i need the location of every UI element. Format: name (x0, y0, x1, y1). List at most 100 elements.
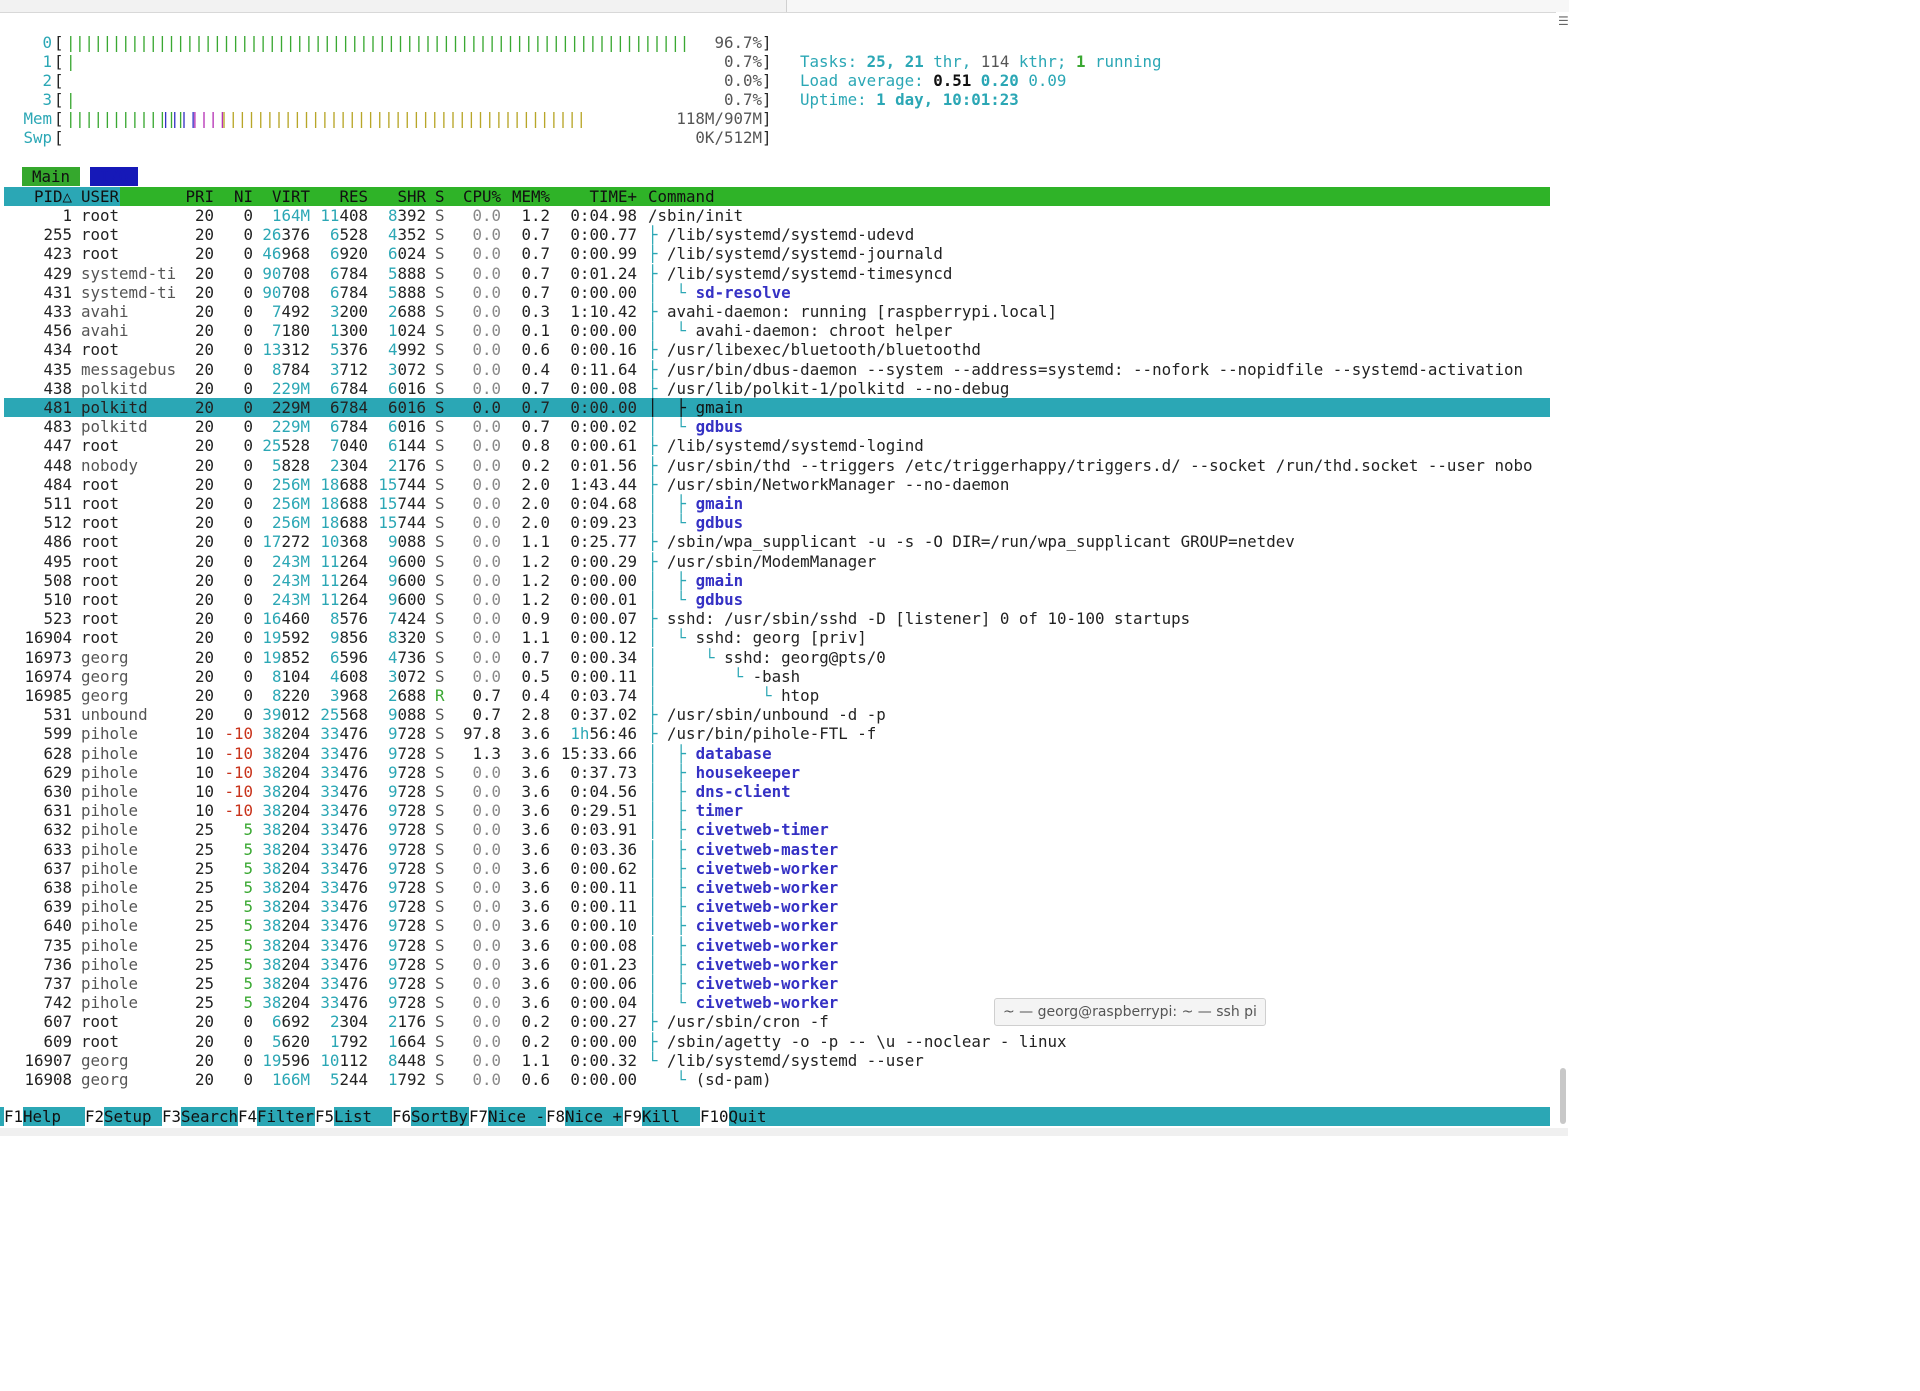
process-row[interactable]: 630 pihole 10 -10 38204 33476 9728 S 0.0 3.6 0:04.… (0, 782, 1550, 801)
process-row[interactable]: 481 polkitd 20 0 229M 6784 6016 S 0.0 0.7 0:00.00 │… (0, 398, 1550, 417)
function-key-label-search[interactable]: Search (181, 1107, 238, 1126)
process-row[interactable]: 448 nobody 20 0 5828 2304 2176 S 0.0 0.2 0:01.56 ├ … (0, 456, 1550, 475)
process-row[interactable]: 631 pihole 10 -10 38204 33476 9728 S 0.0 3.6 0:29.… (0, 801, 1550, 820)
tree-branch-glyph: │ ├ (648, 801, 696, 821)
process-row[interactable]: 607 root 20 0 6692 2304 2176 S 0.0 0.2 0:00.27 ├ /u… (0, 1012, 1550, 1031)
process-row[interactable]: 523 root 20 0 16460 8576 7424 S 0.0 0.9 0:00.07 ├ s… (0, 609, 1550, 628)
process-row[interactable]: 438 polkitd 20 0 229M 6784 6016 S 0.0 0.7 0:00.08 ├… (0, 379, 1550, 398)
function-key-label-setup[interactable]: Setup (104, 1107, 152, 1126)
process-row[interactable]: 531 unbound 20 0 39012 25568 9088 S 0.7 2.8 0:37.0… (0, 705, 1550, 724)
process-row[interactable]: 638 pihole 25 5 38204 33476 9728 S 0.0 3.6 0:00.11… (0, 878, 1550, 897)
process-row[interactable]: 637 pihole 25 5 38204 33476 9728 S 0.0 3.6 0:00.62… (0, 859, 1550, 878)
command-text: sshd: /usr/sbin/sshd -D [listener] 0 of … (667, 609, 1191, 629)
function-key-label-list[interactable]: List (334, 1107, 372, 1126)
tree-branch-glyph: │ └ (648, 993, 696, 1013)
time-cell: 0:37.73 (570, 762, 637, 782)
function-key-label-nice-[interactable]: Nice - (488, 1107, 545, 1126)
function-key-label-help[interactable]: Help (23, 1107, 61, 1126)
tree-branch-glyph: │ └ (648, 666, 753, 686)
process-row[interactable]: 429 systemd-ti 20 0 90708 6784 5888 S 0.0 0.7 0:01… (0, 264, 1550, 283)
function-key-label-quit[interactable]: Quit (729, 1107, 767, 1126)
process-row[interactable]: 742 pihole 25 5 38204 33476 9728 S 0.0 3.6 0:00.04… (0, 993, 1550, 1012)
process-row[interactable]: 632 pihole 25 5 38204 33476 9728 S 0.0 3.6 0:03.91… (0, 820, 1550, 839)
process-row[interactable]: 431 systemd-ti 20 0 90708 6784 5888 S 0.0 0.7 0:00… (0, 283, 1550, 302)
process-row[interactable]: 628 pihole 10 -10 38204 33476 9728 S 1.3 3.6 15:33… (0, 744, 1550, 763)
function-key-f9[interactable]: F9 (623, 1107, 643, 1126)
time-cell: 0:04.56 (570, 782, 637, 801)
process-row[interactable]: 434 root 20 0 13312 5376 4992 S 0.0 0.6 0:00.16 ├ /… (0, 340, 1550, 359)
mem-column-header[interactable]: MEM% (450, 187, 550, 206)
function-key-f4[interactable]: F4 (238, 1107, 258, 1126)
process-row[interactable]: 609 root 20 0 5620 1792 1664 S 0.0 0.2 0:00.00 ├ /s… (0, 1032, 1550, 1051)
process-row[interactable]: 447 root 20 0 25528 7040 6144 S 0.0 0.8 0:00.61 ├ /… (0, 436, 1550, 455)
uptime-label: Uptime: (800, 90, 867, 109)
process-row[interactable]: 435 messagebus 20 0 8784 3712 3072 S 0.0 0.4 0:11.… (0, 360, 1550, 379)
pid-cell: 429 (43, 263, 72, 283)
tree-branch-glyph: ├ (648, 609, 668, 629)
process-row[interactable]: 16904 root 20 0 19592 9856 8320 S 0.0 1.1 0:00.12 │… (0, 628, 1550, 647)
command-cell: │ ├ civetweb-worker (648, 916, 838, 935)
function-key-label-filter[interactable]: Filter (257, 1107, 314, 1126)
process-row[interactable]: 16908 georg 20 0 166M 5244 1792 S 0.0 0.6 0:00.00 … (0, 1070, 1550, 1089)
function-key-f3[interactable]: F3 (162, 1107, 182, 1126)
function-key-f10[interactable]: F10 (700, 1107, 729, 1126)
tab-main[interactable]: Main (22, 167, 80, 186)
process-row[interactable]: 255 root 20 0 26376 6528 4352 S 0.0 0.7 0:00.77 ├ /… (0, 225, 1550, 244)
function-key-label-kill[interactable]: Kill (642, 1107, 680, 1126)
time-cell: 0:00.32 (570, 1050, 637, 1070)
tree-branch-glyph: ├ (648, 705, 668, 725)
process-row[interactable]: 433 avahi 20 0 7492 3200 2688 S 0.0 0.3 1:10.42 ├ a… (0, 302, 1550, 321)
command-text: gmain (695, 570, 744, 590)
function-key-f6[interactable]: F6 (392, 1107, 412, 1126)
function-key-f5[interactable]: F5 (315, 1107, 335, 1126)
function-key-label-nice-[interactable]: Nice + (565, 1107, 622, 1126)
process-row[interactable]: 510 root 20 0 243M 11264 9600 S 0.0 1.2 0:00.01 │ └… (0, 590, 1550, 609)
mem-cell: 0.6 (521, 340, 550, 360)
scrollbar-thumb[interactable] (1560, 1068, 1566, 1124)
process-row[interactable]: 511 root 20 0 256M 18688 15744 S 0.0 2.0 0:04.68 │ … (0, 494, 1550, 513)
user-cell: root (81, 436, 120, 456)
process-row[interactable]: 736 pihole 25 5 38204 33476 9728 S 0.0 3.6 0:01.23… (0, 955, 1550, 974)
time-cell: 0:00.08 (570, 935, 637, 955)
command-text: /usr/sbin/unbound -d -p (667, 705, 886, 725)
function-key-f2[interactable]: F2 (85, 1107, 105, 1126)
function-key-label-sortby[interactable]: SortBy (411, 1107, 468, 1126)
tab-io[interactable]: I/O (90, 167, 138, 186)
function-key-f7[interactable]: F7 (469, 1107, 489, 1126)
mem-cell: 0.2 (521, 1031, 550, 1051)
time-column-header[interactable]: TIME+ (537, 187, 637, 206)
function-key-f1[interactable]: F1 (4, 1107, 24, 1126)
process-row[interactable]: 1 root 20 0 164M 11408 8392 S 0.0 1.2 0:04.98/sbin… (0, 206, 1550, 225)
process-row[interactable]: 495 root 20 0 243M 11264 9600 S 0.0 1.2 0:00.29 ├ /… (0, 552, 1550, 571)
process-row[interactable]: 633 pihole 25 5 38204 33476 9728 S 0.0 3.6 0:03.36… (0, 840, 1550, 859)
process-row[interactable]: 735 pihole 25 5 38204 33476 9728 S 0.0 3.6 0:00.08… (0, 936, 1550, 955)
process-row[interactable]: 483 polkitd 20 0 229M 6784 6016 S 0.0 0.7 0:00.02 │… (0, 417, 1550, 436)
function-key-f8[interactable]: F8 (546, 1107, 566, 1126)
process-row[interactable]: 640 pihole 25 5 38204 33476 9728 S 0.0 3.6 0:00.10… (0, 916, 1550, 935)
process-row[interactable]: 423 root 20 0 46968 6920 6024 S 0.0 0.7 0:00.99 ├ /… (0, 244, 1550, 263)
command-column-header[interactable]: Command (648, 187, 715, 206)
process-row[interactable]: 16973 georg 20 0 19852 6596 4736 S 0.0 0.7 0:00.34… (0, 648, 1550, 667)
process-row[interactable]: 512 root 20 0 256M 18688 15744 S 0.0 2.0 0:09.23 │ … (0, 513, 1550, 532)
process-row[interactable]: 456 avahi 20 0 7180 1300 1024 S 0.0 0.1 0:00.00 │ └… (0, 321, 1550, 340)
time-cell: 0:01.24 (570, 263, 637, 283)
process-row[interactable]: 16907 georg 20 0 19596 10112 8448 S 0.0 1.1 0:00.3… (0, 1051, 1550, 1070)
process-row[interactable]: 486 root 20 0 17272 10368 9088 S 0.0 1.1 0:25.77 ├ … (0, 532, 1550, 551)
command-cell: │ ├ dns-client (648, 782, 791, 801)
process-row[interactable]: 737 pihole 25 5 38204 33476 9728 S 0.0 3.6 0:00.06… (0, 974, 1550, 993)
process-row[interactable]: 639 pihole 25 5 38204 33476 9728 S 0.0 3.6 0:00.11… (0, 897, 1550, 916)
process-row[interactable]: 629 pihole 10 -10 38204 33476 9728 S 0.0 3.6 0:37.… (0, 763, 1550, 782)
cpu-usage-percent: 0.0% (723, 71, 762, 90)
process-row[interactable]: 599 pihole 10 -10 38204 33476 9728 S 97.8 3.6 1h56… (0, 724, 1550, 743)
process-row[interactable]: 16974 georg 20 0 8104 4608 3072 S 0.0 0.5 0:00.11 │… (0, 667, 1550, 686)
command-text: /lib/systemd/systemd-timesyncd (667, 263, 953, 283)
swp-meter-value: 0K/512M (695, 128, 762, 147)
process-row[interactable]: 508 root 20 0 243M 11264 9600 S 0.0 1.2 0:00.00 │ ├… (0, 571, 1550, 590)
command-cell: ├ /usr/sbin/ModemManager (648, 552, 876, 571)
pid-column-header[interactable]: PID△ (0, 187, 72, 206)
mem-cell: 0.5 (521, 666, 550, 686)
process-row[interactable]: 484 root 20 0 256M 18688 15744 S 0.0 2.0 1:43.44 ├ … (0, 475, 1550, 494)
process-row[interactable]: 16985 georg 20 0 8220 3968 2688 R 0.7 0.4 0:03.74 │… (0, 686, 1550, 705)
meter-open-bracket: [ (54, 33, 64, 52)
command-cell: ├ avahi-daemon: running [raspberrypi.loc… (648, 302, 1057, 321)
